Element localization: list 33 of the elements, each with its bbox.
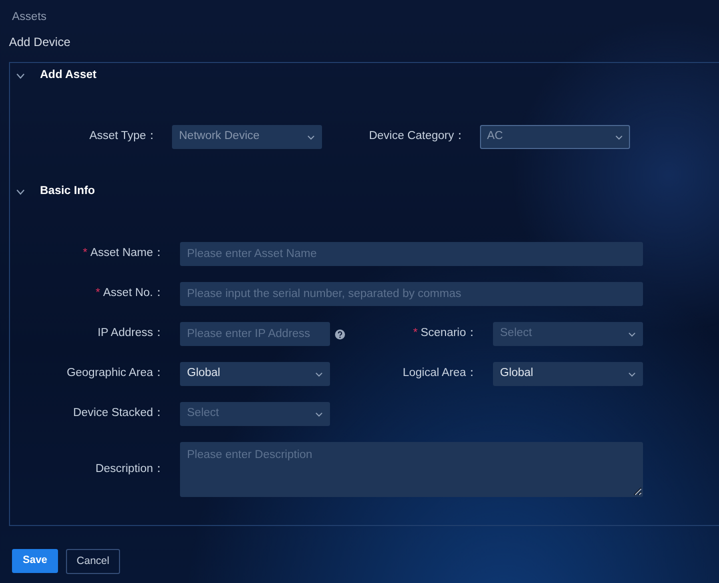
caret-icon: [315, 412, 323, 416]
select-field[interactable]: Global: [180, 362, 330, 386]
field-label: Logical Area：: [402, 366, 478, 382]
field-label: IP Address：: [96, 326, 165, 342]
save-button[interactable]: Save: [12, 549, 58, 573]
caret-icon: [615, 134, 623, 140]
help-icon[interactable]: [335, 328, 345, 340]
caret-icon: [628, 372, 636, 376]
section-title: Add Asset: [40, 68, 96, 84]
select-field: Network Device: [172, 125, 322, 149]
field-label: Device Stacked：: [72, 406, 165, 422]
breadcrumb-link[interactable]: Assets: [0, 0, 719, 25]
section-title: Basic Info: [40, 184, 95, 200]
caret-icon: [307, 134, 315, 140]
chevron-icon[interactable]: [16, 73, 25, 79]
text-area[interactable]: Please enter Description: [180, 442, 643, 497]
chevron-icon[interactable]: [16, 189, 25, 195]
caret-icon: [315, 372, 323, 376]
field-label: * Asset Name：: [82, 246, 165, 262]
input-field[interactable]: Please enter Asset Name: [180, 242, 643, 266]
input-field[interactable]: Please enter IP Address: [180, 322, 330, 346]
field-label: Geographic Area：: [66, 366, 165, 382]
caret-icon: [628, 332, 636, 336]
select-field: AC: [480, 125, 630, 149]
field-label: Asset Type：: [88, 129, 158, 144]
field-label: Description：: [94, 462, 165, 477]
input-field[interactable]: Please input the serial number, separated by commas: [180, 282, 643, 306]
field-label: * Scenario：: [412, 326, 478, 342]
field-label: * Asset No.：: [94, 286, 165, 302]
page-title: Add Device: [8, 34, 72, 50]
select-field[interactable]: Global: [493, 362, 643, 386]
field-label: Device Category：: [368, 129, 466, 144]
cancel-button[interactable]: Cancel: [66, 549, 120, 574]
